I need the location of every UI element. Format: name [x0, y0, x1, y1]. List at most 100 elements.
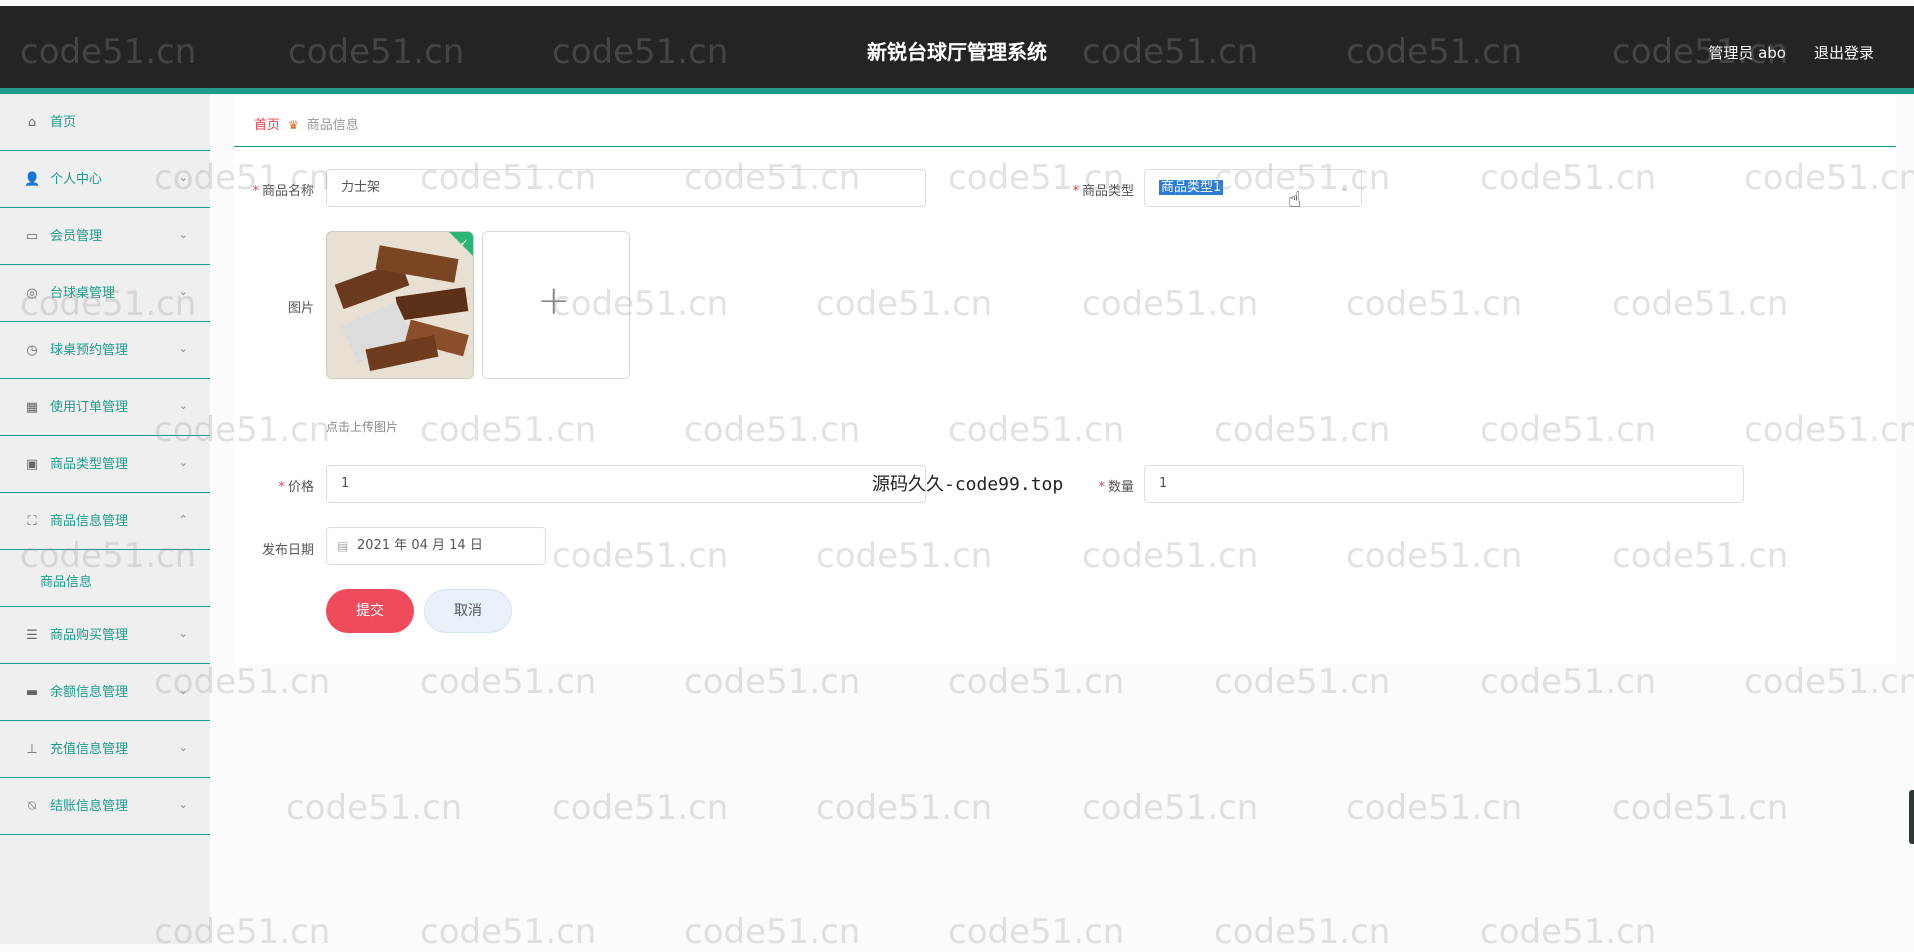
chevron-down-icon: ⌄ [178, 285, 188, 298]
chevron-up-icon: ⌃ [178, 513, 188, 526]
hand-cursor-icon: ☝ [1288, 188, 1302, 213]
product-type-label: * 商品类型 [1072, 184, 1134, 199]
sidebar-item-label: 使用订单管理 [50, 400, 129, 415]
product-type-select[interactable]: 商品类型1 ⌄ [1144, 169, 1362, 207]
sidebar-item-label: 商品购买管理 [50, 628, 129, 643]
sidebar-item-tables[interactable]: ◎ 台球桌管理 ⌄ [0, 265, 210, 322]
sidebar-item-members[interactable]: ▭ 会员管理 ⌄ [0, 208, 210, 265]
upload-tip-text: 点击上传图片 [326, 420, 399, 434]
publish-date-picker[interactable]: ▤ 2021 年 04 月 14 日 [326, 527, 546, 565]
sidebar-item-label: 余额信息管理 [50, 685, 129, 700]
uploaded-image-thumbnail[interactable]: ✓ [326, 231, 474, 379]
chevron-down-icon: ⌄ [178, 456, 188, 469]
price-input[interactable]: 1 [326, 465, 926, 503]
quantity-input[interactable]: 1 [1144, 465, 1744, 503]
app-title: 新锐台球厅管理系统 [867, 40, 1047, 64]
watermark-text: code51.cn [948, 912, 1125, 952]
chevron-down-icon: ⌄ [178, 228, 188, 241]
sidebar-item-recharge[interactable]: ⊥ 充值信息管理 ⌄ [0, 721, 210, 778]
cancel-button[interactable]: 取消 [424, 589, 512, 633]
chevron-down-icon: ⌄ [178, 798, 188, 811]
sidebar-item-products[interactable]: ⛶ 商品信息管理 ⌃ [0, 493, 210, 550]
chat-icon: ▭ [25, 229, 39, 244]
sidebar-item-product-types[interactable]: ▣ 商品类型管理 ⌄ [0, 436, 210, 493]
watermark-text: code51.cn [286, 788, 463, 828]
quantity-label: * 数量 [1098, 480, 1134, 495]
chevron-down-icon: ⌄ [178, 684, 188, 697]
sidebar-item-checkout[interactable]: ⍉ 结账信息管理 ⌄ [0, 778, 210, 835]
watermark-text: code51.cn [684, 662, 861, 702]
watermark-text: code51.cn [684, 912, 861, 952]
plus-icon: + [537, 278, 571, 324]
sidebar-item-reservations[interactable]: ◷ 球桌预约管理 ⌄ [0, 322, 210, 379]
home-icon: ⌂ [27, 115, 37, 130]
sidebar-item-label: 会员管理 [50, 229, 103, 244]
sidebar-item-orders[interactable]: ▦ 使用订单管理 ⌄ [0, 379, 210, 436]
chevron-down-icon: ⌄ [178, 342, 188, 355]
watermark-text: code51.cn [1612, 788, 1789, 828]
watermark-text: code51.cn [816, 788, 993, 828]
watermark-text: code51.cn [948, 662, 1125, 702]
monitor-icon: ▬ [25, 685, 39, 700]
header-accent-bar [0, 88, 1914, 94]
watermark-text: code51.cn [1214, 662, 1391, 702]
sidebar: ⌂ 首页 👤 个人中心 ⌄ ▭ 会员管理 ⌄ ◎ 台球桌管理 ⌄ ◷ 球桌预约管… [0, 94, 210, 944]
sidebar-item-label: 充值信息管理 [50, 742, 129, 757]
stamp-icon: ⊥ [26, 742, 38, 757]
breadcrumb-divider [234, 146, 1896, 147]
sidebar-item-label: 结账信息管理 [50, 799, 129, 814]
compass-icon: ◎ [26, 286, 38, 301]
image-upload-button[interactable]: + [482, 231, 630, 379]
chevron-down-icon: ⌄ [178, 741, 188, 754]
sidebar-item-label: 台球桌管理 [50, 286, 116, 301]
sidebar-item-label: 个人中心 [50, 172, 103, 187]
publish-date-value: 2021 年 04 月 14 日 [357, 538, 483, 553]
scrollbar-thumb[interactable] [1909, 790, 1914, 844]
calendar-icon: ▤ [337, 539, 349, 553]
chevron-down-icon: ⌄ [1339, 181, 1349, 194]
chevron-down-icon: ⌄ [178, 627, 188, 640]
breadcrumb-current: 商品信息 [306, 118, 359, 133]
current-user-label: 管理员 abo [1708, 44, 1786, 62]
publish-date-label: 发布日期 [261, 543, 314, 558]
submit-button[interactable]: 提交 [326, 589, 414, 633]
sidebar-item-purchases[interactable]: ☰ 商品购买管理 ⌄ [0, 607, 210, 664]
product-type-selected-value: 商品类型1 [1159, 180, 1224, 195]
user-icon: 👤 [24, 172, 41, 187]
watermark-text: code51.cn [420, 662, 597, 702]
sidebar-subitem-product-info[interactable]: 商品信息 [0, 550, 210, 607]
sidebar-item-balance[interactable]: ▬ 余额信息管理 ⌄ [0, 664, 210, 721]
watermark-text: code51.cn [1480, 912, 1657, 952]
logout-link[interactable]: 退出登录 [1814, 42, 1874, 63]
frame-icon: ⛶ [27, 514, 37, 529]
svg-text:✓: ✓ [460, 238, 468, 249]
sidebar-item-profile[interactable]: 👤 个人中心 ⌄ [0, 151, 210, 208]
watermark-text: code51.cn [1082, 788, 1259, 828]
product-name-input[interactable]: 力士架 [326, 169, 926, 207]
sidebar-subitem-label: 商品信息 [40, 575, 93, 590]
chevron-down-icon: ⌄ [178, 399, 188, 412]
product-name-label: * 商品名称 [252, 184, 314, 199]
watermark-text: code51.cn [1480, 662, 1657, 702]
sidebar-item-label: 商品信息管理 [50, 514, 129, 529]
list-icon: ☰ [26, 628, 38, 643]
bell-off-icon: ⍉ [28, 799, 36, 814]
overlay-watermark-text: 源码久久-code99.top [872, 474, 1064, 495]
watermark-text: code51.cn [1214, 912, 1391, 952]
breadcrumb-separator-icon: ♛ [288, 118, 299, 132]
chevron-down-icon: ⌄ [178, 171, 188, 184]
bag-icon: ▣ [25, 457, 39, 472]
sidebar-item-home[interactable]: ⌂ 首页 [0, 94, 210, 151]
watermark-text: code51.cn [1346, 788, 1523, 828]
breadcrumb-home-link[interactable]: 首页 [254, 118, 280, 133]
watermark-text: code51.cn [552, 788, 729, 828]
top-header: 新锐台球厅管理系统 管理员 abo 退出登录 [0, 6, 1914, 88]
watermark-text: code51.cn [420, 912, 597, 952]
sidebar-item-label: 球桌预约管理 [50, 343, 129, 358]
sidebar-item-label: 首页 [50, 115, 77, 130]
image-label: 图片 [287, 301, 314, 316]
price-label: * 价格 [278, 480, 314, 495]
watermark-text: code51.cn [1744, 662, 1914, 702]
clock-icon: ◷ [26, 343, 38, 358]
breadcrumb: 首页 ♛ 商品信息 [254, 114, 359, 133]
